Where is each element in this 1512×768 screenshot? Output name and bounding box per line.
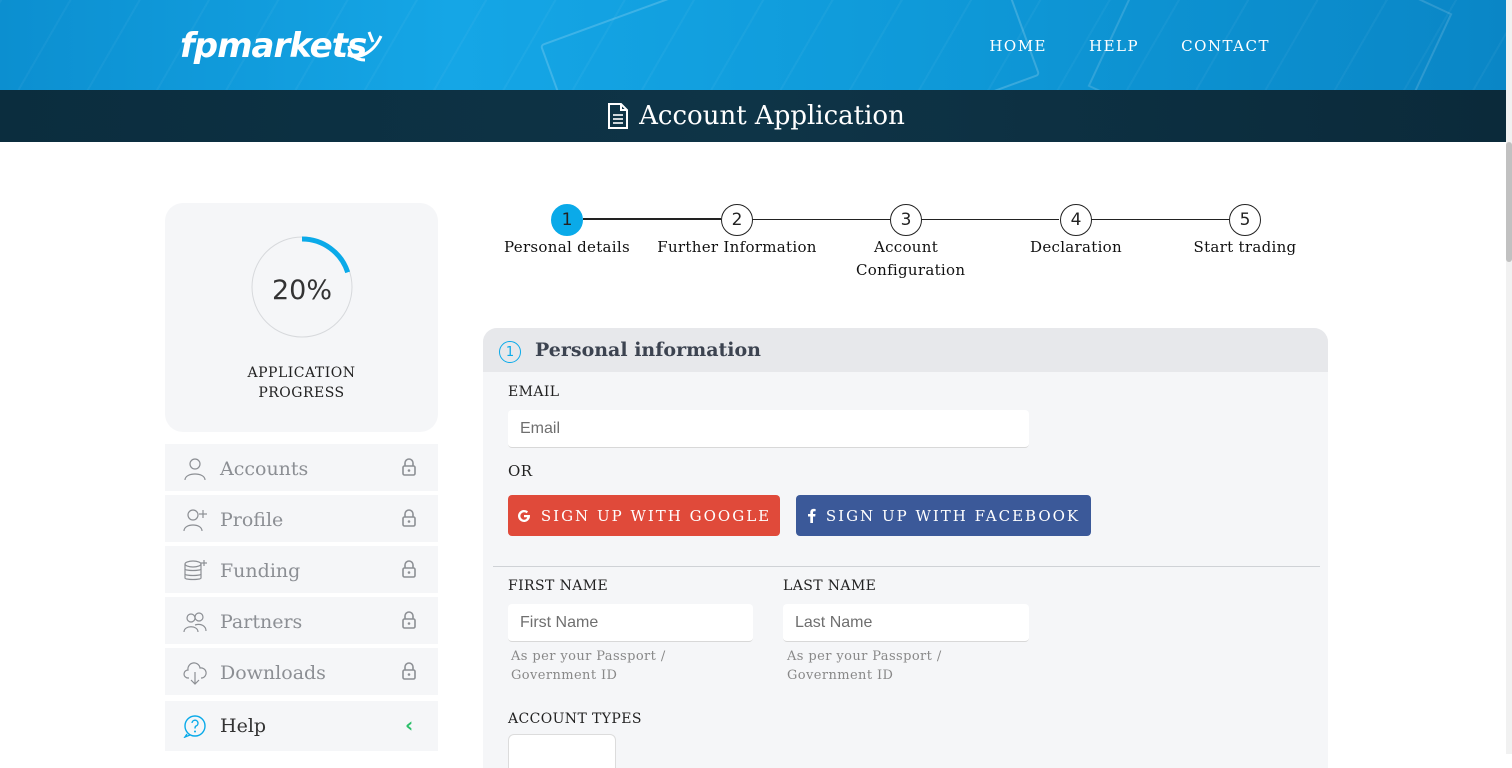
- google-icon: [517, 509, 530, 522]
- sidebar-item-label: Help: [220, 715, 267, 737]
- brand-logo-mark-icon: [347, 31, 383, 62]
- section-title: Personal information: [535, 339, 761, 361]
- first-name-field[interactable]: [508, 604, 753, 642]
- nav-home-link[interactable]: HOME: [989, 37, 1047, 55]
- help-text-line: As per your Passport /: [787, 649, 942, 664]
- page-title-wrap: Account Application: [607, 101, 905, 131]
- account-type-option[interactable]: [508, 734, 616, 768]
- lock-icon: [402, 560, 416, 578]
- sidebar-item-partners[interactable]: Partners: [165, 597, 438, 644]
- account-types-label: ACCOUNT TYPES: [508, 711, 642, 727]
- section-number-badge: 1: [499, 341, 521, 363]
- progress-label-line: PROGRESS: [258, 385, 345, 401]
- step-3-label: Account Configuration: [856, 238, 966, 279]
- step-4-label: Declaration: [1030, 238, 1122, 256]
- brand-logo[interactable]: fpmarkets: [180, 26, 367, 66]
- cloud-download-icon: [183, 662, 207, 685]
- users-icon: [183, 612, 207, 633]
- step-1-label: Personal details: [504, 238, 630, 256]
- sidebar-item-funding[interactable]: Funding: [165, 546, 438, 593]
- progress-label: APPLICATION PROGRESS: [165, 363, 438, 403]
- sidebar-item-help[interactable]: Help ‹: [165, 701, 438, 751]
- section-header: 1 Personal information: [483, 328, 1328, 372]
- stepper-line: [752, 219, 890, 220]
- chevron-left-icon[interactable]: ‹: [405, 713, 413, 737]
- first-name-help: As per your Passport / Government ID: [511, 647, 666, 685]
- page-scrollbar[interactable]: [1506, 0, 1512, 754]
- step-5-label: Start trading: [1193, 238, 1297, 256]
- help-text-line: Government ID: [511, 668, 618, 683]
- user-icon: [184, 458, 206, 481]
- lock-icon: [402, 662, 416, 680]
- email-field[interactable]: [508, 410, 1029, 448]
- document-icon: [608, 103, 629, 129]
- last-name-label: LAST NAME: [783, 578, 877, 594]
- progress-card: 20% APPLICATION PROGRESS: [165, 203, 438, 432]
- sidebar-item-downloads[interactable]: Downloads: [165, 648, 438, 695]
- sidebar-item-accounts[interactable]: Accounts: [165, 444, 438, 491]
- progress-label-line: APPLICATION: [247, 365, 356, 381]
- step-1-circle[interactable]: 1: [551, 204, 583, 236]
- facebook-signup-label: SIGN UP WITH FACEBOOK: [825, 506, 1081, 525]
- last-name-help: As per your Passport / Government ID: [787, 647, 942, 685]
- step-3-circle[interactable]: 3: [890, 204, 922, 236]
- step-2-circle[interactable]: 2: [721, 204, 753, 236]
- sidebar-item-label: Partners: [220, 611, 303, 633]
- lock-icon: [402, 611, 416, 629]
- facebook-icon: [807, 508, 816, 523]
- stepper-line: [921, 219, 1059, 220]
- site-header: fpmarkets HOME HELP CONTACT: [0, 0, 1512, 90]
- stepper-line: [1091, 219, 1229, 220]
- help-text-line: Government ID: [787, 668, 894, 683]
- page-title: Account Application: [639, 101, 905, 131]
- sidebar-item-label: Accounts: [220, 458, 309, 480]
- lock-icon: [402, 458, 416, 476]
- facebook-signup-button[interactable]: SIGN UP WITH FACEBOOK: [796, 495, 1091, 536]
- top-nav: HOME HELP CONTACT: [989, 37, 1270, 55]
- google-signup-label: SIGN UP WITH GOOGLE: [540, 506, 772, 525]
- last-name-field[interactable]: [783, 604, 1029, 642]
- title-bar: Account Application: [0, 90, 1512, 142]
- help-icon: [183, 715, 206, 738]
- personal-info-card: 1 Personal information EMAIL OR SIGN UP …: [483, 328, 1328, 768]
- first-name-label: FIRST NAME: [508, 578, 609, 594]
- help-text-line: As per your Passport /: [511, 649, 666, 664]
- step-5-circle[interactable]: 5: [1229, 204, 1261, 236]
- scrollbar-thumb[interactable]: [1506, 142, 1512, 262]
- sidebar-item-label: Profile: [220, 509, 284, 531]
- sidebar-item-label: Funding: [220, 560, 301, 582]
- nav-help-link[interactable]: HELP: [1089, 37, 1139, 55]
- lock-icon: [402, 509, 416, 527]
- sidebar-item-profile[interactable]: Profile: [165, 495, 438, 542]
- nav-contact-link[interactable]: CONTACT: [1181, 37, 1270, 55]
- sidebar-item-label: Downloads: [220, 662, 326, 684]
- stepper-line-complete: [583, 218, 721, 220]
- step-4-circle[interactable]: 4: [1060, 204, 1092, 236]
- step-2-label: Further Information: [657, 238, 817, 256]
- or-label: OR: [508, 462, 533, 480]
- google-signup-button[interactable]: SIGN UP WITH GOOGLE: [508, 495, 780, 536]
- email-label: EMAIL: [508, 384, 560, 400]
- section-divider: [493, 566, 1320, 567]
- user-plus-icon: [183, 509, 207, 532]
- coins-icon: [184, 560, 207, 581]
- progress-value: 20%: [271, 275, 332, 306]
